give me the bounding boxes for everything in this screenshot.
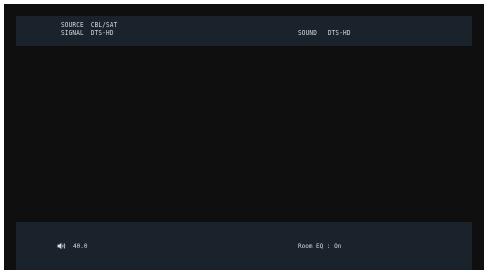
sound-row: SOUND DTS-HD bbox=[298, 29, 351, 37]
source-label: SOURCE bbox=[61, 21, 84, 30]
signal-value: DTS-HD bbox=[90, 29, 114, 38]
sound-label: SOUND bbox=[298, 29, 318, 38]
speaker-volume-icon bbox=[57, 242, 67, 250]
sound-value: DTS-HD bbox=[327, 29, 351, 38]
source-value: CBL/SAT bbox=[90, 21, 118, 30]
volume-display: 40.0 bbox=[57, 242, 87, 250]
receiver-osd-screen: SOURCE CBL/SAT SIGNAL DTS-HD SOUND DTS-H… bbox=[4, 4, 484, 270]
room-eq-status: Room EQ : On bbox=[298, 243, 342, 250]
signal-label: SIGNAL bbox=[61, 29, 84, 38]
status-bar: 40.0 Room EQ : On bbox=[16, 222, 472, 270]
signal-row: SIGNAL DTS-HD bbox=[61, 29, 114, 37]
volume-value: 40.0 bbox=[73, 242, 88, 250]
source-row: SOURCE CBL/SAT bbox=[61, 21, 118, 29]
info-bar: SOURCE CBL/SAT SIGNAL DTS-HD SOUND DTS-H… bbox=[16, 16, 472, 46]
